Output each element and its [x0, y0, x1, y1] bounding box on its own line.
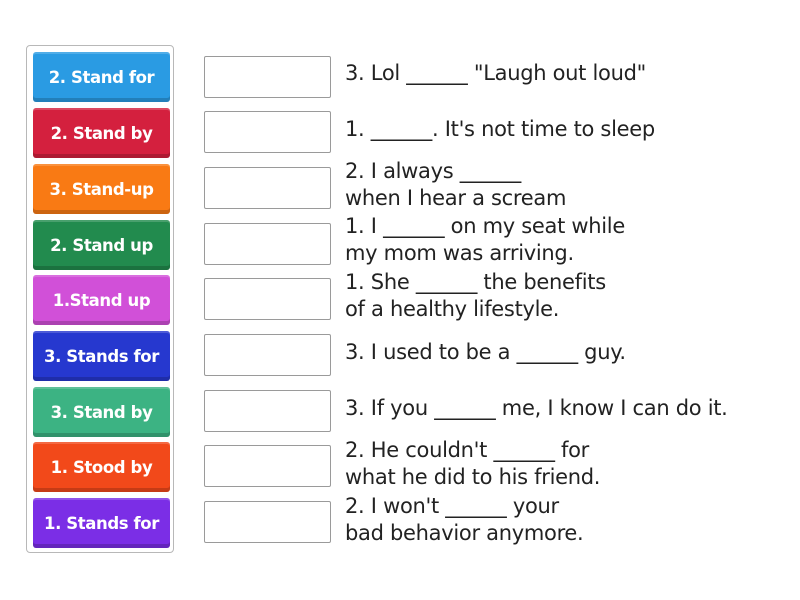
sentence-line: 2. I won't ______ your [345, 494, 559, 518]
sentence-line: of a healthy lifestyle. [345, 297, 560, 321]
sentence-line: my mom was arriving. [345, 241, 574, 265]
answer-tile[interactable]: 1. Stands for [33, 498, 170, 548]
sentence-prompt: 3. Lol ______ "Laugh out loud" [345, 60, 646, 87]
answer-tile[interactable]: 3. Stand-up [33, 164, 170, 214]
sentence-line: 2. He couldn't ______ for [345, 438, 590, 462]
drop-target-box[interactable] [204, 390, 331, 432]
answer-tile[interactable]: 2. Stand for [33, 52, 170, 102]
sentence-prompt: 1. She ______ the benefits of a healthy … [345, 269, 606, 323]
sentence-line: 3. Lol ______ "Laugh out loud" [345, 61, 646, 85]
answer-tile[interactable]: 2. Stand by [33, 108, 170, 158]
sentence-prompt: 2. I always ______ when I hear a scream [345, 158, 566, 212]
drop-target-box[interactable] [204, 278, 331, 320]
sentence-prompt: 3. If you ______ me, I know I can do it. [345, 395, 728, 422]
answer-tile[interactable]: 3. Stands for [33, 331, 170, 381]
drop-target-box[interactable] [204, 334, 331, 376]
sentence-prompt: 2. He couldn't ______ for what he did to… [345, 437, 600, 491]
sentence-prompt: 2. I won't ______ your bad behavior anym… [345, 493, 584, 547]
sentence-line: 3. I used to be a ______ guy. [345, 340, 626, 364]
sentence-prompt: 1. I ______ on my seat while my mom was … [345, 213, 625, 267]
match-up-activity: 2. Stand for 2. Stand by 3. Stand-up 2. … [0, 0, 800, 600]
sentence-line: 2. I always ______ [345, 159, 521, 183]
sentence-line: bad behavior anymore. [345, 521, 584, 545]
answer-tile-tray: 2. Stand for 2. Stand by 3. Stand-up 2. … [26, 45, 174, 553]
drop-target-box[interactable] [204, 111, 331, 153]
sentence-line: 1. She ______ the benefits [345, 270, 606, 294]
answer-tile[interactable]: 3. Stand by [33, 387, 170, 437]
answer-tile[interactable]: 1. Stood by [33, 442, 170, 492]
sentence-line: when I hear a scream [345, 186, 567, 210]
sentence-line: 1. ______. It's not time to sleep [345, 117, 655, 141]
sentence-line: 1. I ______ on my seat while [345, 214, 625, 238]
drop-target-box[interactable] [204, 223, 331, 265]
drop-target-box[interactable] [204, 445, 331, 487]
drop-target-box[interactable] [204, 167, 331, 209]
answer-tile[interactable]: 2. Stand up [33, 220, 170, 270]
sentence-line: what he did to his friend. [345, 465, 601, 489]
drop-target-box[interactable] [204, 56, 331, 98]
sentence-line: 3. If you ______ me, I know I can do it. [345, 396, 728, 420]
drop-target-box[interactable] [204, 501, 331, 543]
sentence-prompt: 3. I used to be a ______ guy. [345, 339, 626, 366]
answer-tile[interactable]: 1.Stand up [33, 275, 170, 325]
sentence-prompt: 1. ______. It's not time to sleep [345, 116, 655, 143]
